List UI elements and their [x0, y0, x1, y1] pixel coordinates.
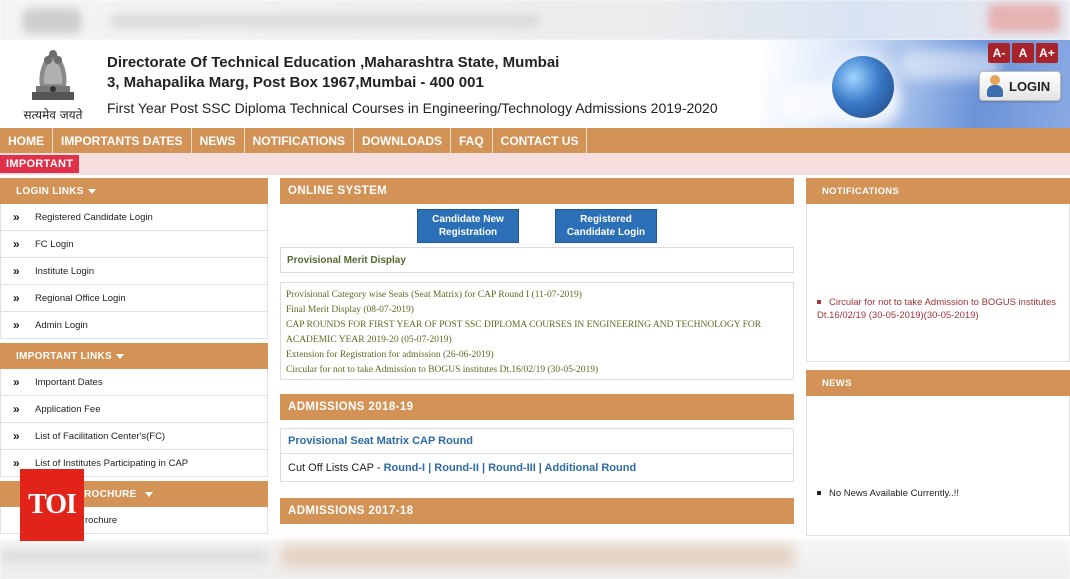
caret-down-icon: [115, 353, 124, 359]
blurred-top-bar: [0, 0, 1070, 40]
login-button[interactable]: LOGIN: [979, 71, 1061, 101]
lion-capital-icon: [32, 50, 74, 100]
header-subtitle: First Year Post SSC Diploma Technical Co…: [107, 100, 718, 116]
header-title-line1: Directorate Of Technical Education ,Maha…: [107, 54, 560, 71]
nav-notifications[interactable]: NOTIFICATIONS: [245, 128, 354, 153]
font-reset-button[interactable]: A: [1012, 43, 1034, 63]
header-address: 3, Mahapalika Marg, Post Box 1967,Mumbai…: [107, 74, 484, 91]
bullet-icon: [817, 300, 821, 305]
sidebar-link-regional-office-login[interactable]: » Regional Office Login: [0, 285, 268, 312]
sidebar-link-admin-login[interactable]: » Admin Login: [0, 312, 268, 339]
toi-watermark-logo: TOI: [20, 469, 84, 541]
important-ticker: IMPORTANT: [0, 153, 1070, 175]
news-panel: No News Available Currently..!!: [806, 396, 1070, 536]
important-links-header[interactable]: IMPORTANT LINKS: [0, 343, 268, 369]
blurred-logo: [22, 8, 82, 34]
registered-candidate-login-button[interactable]: Registered Candidate Login: [555, 209, 657, 243]
globe-icon: [832, 56, 894, 118]
sidebar-link-institute-login[interactable]: » Institute Login: [0, 258, 268, 285]
news-item[interactable]: Circular for not to take Admission to BO…: [286, 363, 788, 378]
caret-down-icon: [144, 491, 153, 497]
nav-important-dates[interactable]: IMPORTANTS DATES: [53, 128, 192, 153]
double-chevron-icon: »: [13, 210, 20, 224]
double-chevron-icon: »: [13, 456, 20, 470]
provisional-seat-matrix-link[interactable]: Provisional Seat Matrix CAP Round: [280, 428, 794, 454]
registration-buttons: Candidate New Registration Registered Ca…: [280, 204, 794, 244]
font-size-controls: A- A A+: [988, 43, 1058, 63]
news-header: NEWS: [806, 370, 1070, 396]
main-content: ONLINE SYSTEM Candidate New Registration…: [280, 178, 794, 524]
double-chevron-icon: »: [13, 429, 20, 443]
double-chevron-icon: »: [13, 402, 20, 416]
emblem-motto: सत्यमेव जयते: [23, 108, 83, 122]
login-button-label: LOGIN: [1009, 78, 1051, 94]
blurred-badge: [988, 4, 1060, 32]
notification-item[interactable]: Circular for not to take Admission to BO…: [817, 296, 1069, 322]
important-label: IMPORTANT: [0, 155, 80, 173]
candidate-new-registration-button[interactable]: Candidate New Registration: [417, 209, 519, 243]
right-sidebar: NOTIFICATIONS Circular for not to take A…: [806, 178, 1070, 536]
sidebar-link-important-dates[interactable]: » Important Dates: [0, 369, 268, 396]
news-list: Provisional Category wise Seats (Seat Ma…: [280, 282, 794, 380]
double-chevron-icon: »: [13, 318, 20, 332]
caret-down-icon: [87, 188, 96, 194]
font-decrease-button[interactable]: A-: [988, 43, 1010, 63]
provisional-merit-link[interactable]: Provisional Merit Display: [280, 247, 794, 273]
news-item[interactable]: Extension for Registration for admission…: [286, 348, 788, 363]
main-nav: HOME IMPORTANTS DATES NEWS NOTIFICATIONS…: [0, 128, 1070, 153]
bullet-icon: [817, 491, 821, 496]
nav-downloads[interactable]: DOWNLOADS: [354, 128, 451, 153]
important-links-title: IMPORTANT LINKS: [16, 350, 112, 362]
news-item[interactable]: Final Merit Display (08-07-2019): [286, 303, 788, 318]
news-item[interactable]: CAP ROUNDS FOR FIRST YEAR OF POST SSC DI…: [286, 318, 788, 348]
state-emblem: सत्यमेव जयते: [18, 44, 88, 124]
nav-news[interactable]: NEWS: [192, 128, 245, 153]
double-chevron-icon: »: [13, 237, 20, 251]
cutoff-lists-row: Cut Off Lists CAP - Round-I | Round-II |…: [280, 454, 794, 482]
admissions-2018-19-header: ADMISSIONS 2018-19: [280, 394, 794, 420]
font-increase-button[interactable]: A+: [1036, 43, 1058, 63]
blurred-bottom-strip: [0, 540, 1070, 579]
sidebar-link-application-fee[interactable]: » Application Fee: [0, 396, 268, 423]
admissions-2017-18-header: ADMISSIONS 2017-18: [280, 498, 794, 524]
online-system-header: ONLINE SYSTEM: [280, 178, 794, 204]
sidebar-link-facilitation-centers[interactable]: » List of Facilitation Center's(FC): [0, 423, 268, 450]
news-item[interactable]: Provisional Category wise Seats (Seat Ma…: [286, 288, 788, 303]
login-links-title: LOGIN LINKS: [16, 185, 84, 197]
cutoff-label: Cut Off Lists CAP -: [288, 461, 381, 474]
blurred-title: [110, 14, 540, 28]
user-icon: [986, 75, 1004, 97]
double-chevron-icon: »: [13, 264, 20, 278]
sidebar-link-registered-candidate-login[interactable]: » Registered Candidate Login: [0, 204, 268, 231]
sidebar-link-fc-login[interactable]: » FC Login: [0, 231, 268, 258]
login-links-header[interactable]: LOGIN LINKS: [0, 178, 268, 204]
nav-faq[interactable]: FAQ: [451, 128, 493, 153]
double-chevron-icon: »: [13, 375, 20, 389]
cutoff-round-links[interactable]: Round-I | Round-II | Round-III | Additio…: [384, 462, 637, 474]
brochure-title: ROCHURE: [84, 488, 137, 500]
double-chevron-icon: »: [13, 291, 20, 305]
site-header: सत्यमेव जयते Directorate Of Technical Ed…: [0, 40, 1070, 128]
nav-contact-us[interactable]: CONTACT US: [493, 128, 588, 153]
notifications-panel: Circular for not to take Admission to BO…: [806, 204, 1070, 362]
notifications-header: NOTIFICATIONS: [806, 178, 1070, 204]
news-empty-item: No News Available Currently..!!: [817, 488, 959, 499]
nav-home[interactable]: HOME: [0, 128, 53, 153]
